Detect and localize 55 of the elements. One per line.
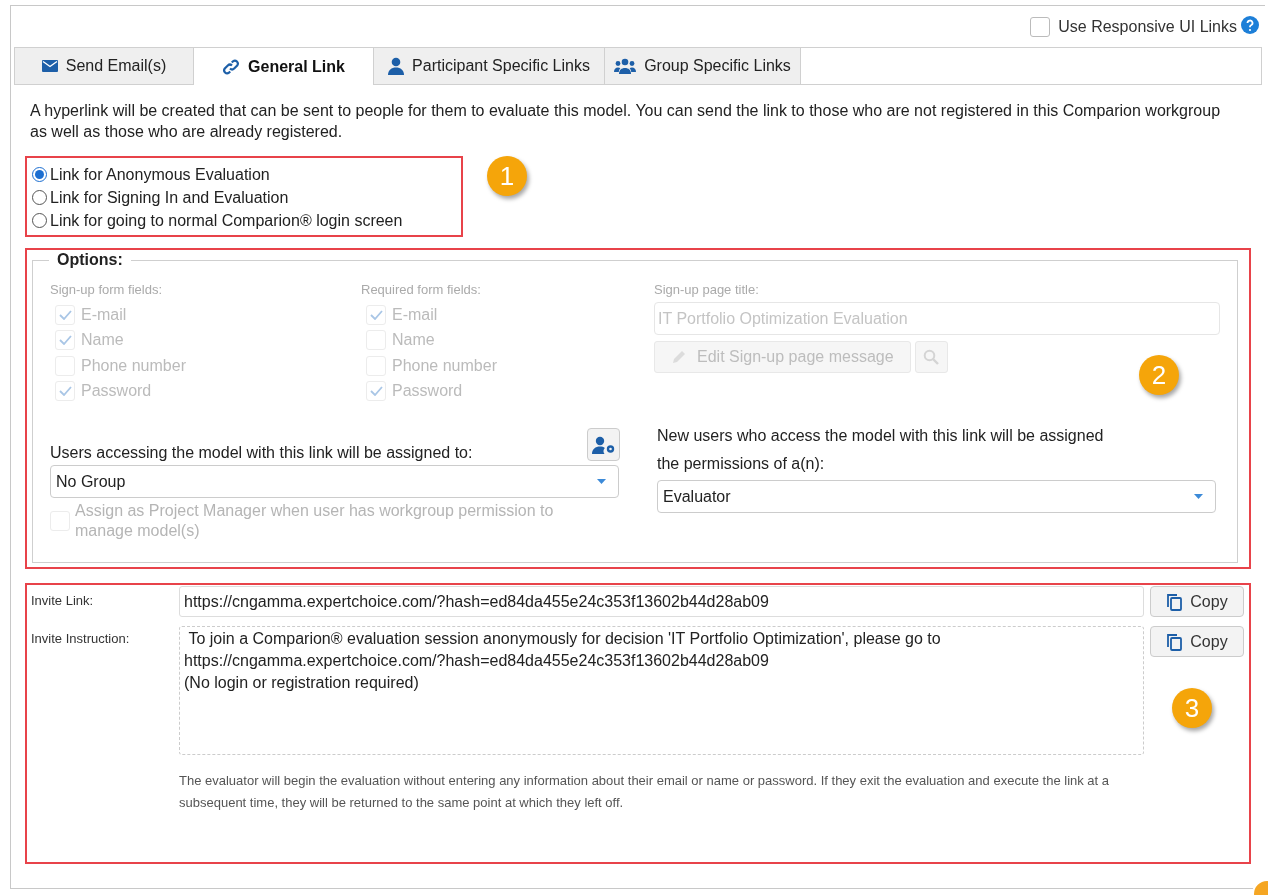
search-icon — [923, 349, 940, 365]
field-label: New users who access the model with this link will be assigned the permissions of a(n): — [657, 426, 1105, 474]
field-label: Users accessing the model with this link will be assigned to: — [50, 443, 473, 463]
field-label: Invite Link: — [30, 592, 95, 610]
checkmark-icon — [58, 309, 72, 320]
people-icon — [614, 58, 637, 74]
callout-badge: 2 — [1139, 355, 1179, 395]
invite-instruction-field[interactable]: To join a Comparion® evaluation session anonymously for decision 'IT Portfolio Optimization', please go to https://cngamma.expertchoice.com/?hash=ed84da455e24c353f13602b44d28ab09 (No login or registration required) — [179, 626, 1144, 755]
pencil-icon — [671, 349, 687, 365]
column-heading: Required form fields: — [361, 282, 482, 298]
checkmark-icon — [58, 386, 72, 397]
role-select[interactable]: Evaluator — [657, 480, 1216, 513]
user-settings-button[interactable] — [587, 428, 620, 461]
group-select[interactable]: No Group — [50, 465, 619, 498]
column-heading: Sign-up form fields: — [50, 282, 163, 298]
checkbox-label: Assign as Project Manager when user has workgroup permission to manage model(s) — [75, 501, 555, 541]
radio-option[interactable]: Link for Signing In and Evaluation — [32, 186, 461, 209]
invite-link-field[interactable]: https://cngamma.expertchoice.com/?hash=ed84da455e24c353f13602b44d28ab09 — [179, 586, 1144, 617]
field-label: Sign-up page title: — [654, 282, 760, 298]
link-icon — [222, 57, 241, 76]
note-text: The evaluator will begin the evaluation without entering any information about their email or name or password. If they exit the evaluation and execute the link at a subsequent time, they will be returned to the same point at which they left off. — [179, 772, 1111, 812]
checkbox-label: Password — [392, 381, 463, 402]
checkbox-label: Phone number — [81, 355, 186, 376]
copy-button[interactable]: Copy — [1150, 626, 1244, 657]
help-icon — [1241, 15, 1259, 34]
copy-icon — [1166, 632, 1183, 651]
dropdown-arrow-icon — [597, 479, 606, 484]
checkmark-icon — [369, 309, 383, 320]
copy-button[interactable]: Copy — [1150, 586, 1244, 617]
tab[interactable]: Participant Specific Links — [374, 48, 605, 85]
user-gear-icon — [591, 435, 616, 454]
tab[interactable]: Send Email(s) — [15, 48, 194, 85]
checkbox-label: E-mail — [392, 304, 438, 325]
dropdown-arrow-icon — [1194, 494, 1203, 499]
copy-icon — [1166, 592, 1183, 611]
checkbox-label: Name — [392, 330, 435, 351]
callout-badge: 1 — [487, 156, 527, 196]
description-text: A hyperlink will be created that can be sent to people for them to evaluate this model. You can send the link to those who are not registered in this Comparion workgroup as well as those who are already registered. — [30, 101, 1222, 142]
checkbox-label: Use Responsive UI Links — [1058, 16, 1237, 37]
radio-option[interactable]: Link for Anonymous Evaluation — [32, 163, 461, 186]
options-legend: Options: — [49, 250, 131, 270]
radio-option[interactable]: Link for going to normal Comparion® login screen — [32, 209, 461, 232]
search-button[interactable] — [914, 341, 948, 373]
field-label: Invite Instruction: — [30, 630, 131, 648]
checkmark-icon — [369, 386, 383, 397]
tab[interactable]: Group Specific Links — [605, 48, 801, 85]
checkbox-label: Name — [81, 330, 124, 351]
callout-badge: 3 — [1172, 688, 1212, 728]
checkbox-label: Password — [81, 381, 152, 402]
checkmark-icon — [58, 335, 72, 346]
checkbox-label: E-mail — [81, 304, 127, 325]
person-icon — [388, 57, 405, 75]
checkbox[interactable] — [1030, 16, 1051, 37]
checkbox-label: Phone number — [392, 355, 497, 376]
envelope-icon — [41, 60, 58, 72]
